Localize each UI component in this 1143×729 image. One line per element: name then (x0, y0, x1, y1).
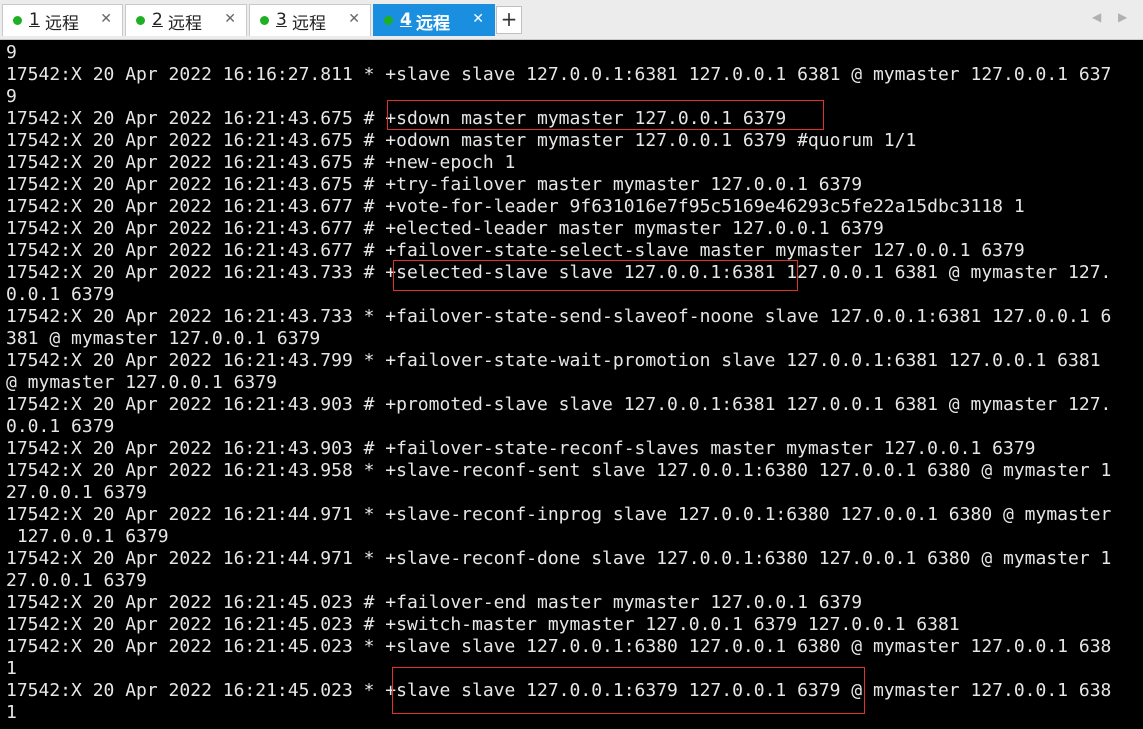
new-tab-button[interactable]: + (496, 6, 522, 34)
terminal-line: 17542:X 20 Apr 2022 16:21:43.675 # +odow… (6, 130, 917, 151)
highlight-selected-slave (393, 260, 798, 291)
connected-status-icon (136, 16, 145, 25)
terminal-line: 17542:X 20 Apr 2022 16:16:27.811 * +slav… (6, 64, 1112, 85)
close-icon[interactable]: ✕ (472, 11, 484, 27)
highlight-slave-6379 (392, 667, 865, 714)
tab-remote-3[interactable]: 3 远程 ✕ (249, 4, 371, 36)
tab-remote-1[interactable]: 1 远程 ✕ (2, 4, 123, 36)
connected-status-icon (384, 16, 393, 25)
tab-number: 3 (276, 10, 287, 30)
terminal-line: 17542:X 20 Apr 2022 16:21:43.675 # +try-… (6, 174, 863, 195)
terminal-line: 17542:X 20 Apr 2022 16:21:43.733 * +fail… (6, 306, 1112, 327)
tab-number: 4 (400, 10, 412, 30)
terminal-output[interactable]: 9 17542:X 20 Apr 2022 16:16:27.811 * +sla… (6, 42, 1133, 724)
terminal-line: 17542:X 20 Apr 2022 16:21:44.971 * +slav… (6, 548, 1112, 569)
tab-remote-2[interactable]: 2 远程 ✕ (125, 4, 247, 36)
terminal-line: 17542:X 20 Apr 2022 16:21:43.799 * +fail… (6, 350, 1101, 371)
scroll-right-icon[interactable]: ▶ (1118, 10, 1127, 24)
close-icon[interactable]: ✕ (224, 11, 236, 27)
terminal-line: 381 @ mymaster 127.0.0.1 6379 (6, 328, 321, 349)
terminal-line: 127.0.0.1 6379 (6, 526, 169, 547)
tab-label: 远程 (292, 14, 326, 34)
tab-bar: 1 远程 ✕ 2 远程 ✕ 3 远程 ✕ 4 远程 ✕ + ◀ ▶ (0, 0, 1143, 40)
scroll-left-icon[interactable]: ◀ (1092, 10, 1101, 24)
tab-label: 远程 (416, 14, 450, 34)
tab-label: 远程 (168, 14, 202, 34)
terminal-line: 17542:X 20 Apr 2022 16:21:45.023 * +slav… (6, 636, 1112, 657)
terminal-line: 27.0.0.1 6379 (6, 570, 147, 591)
terminal-line: 9 (6, 42, 17, 63)
tab-number: 1 (29, 10, 40, 30)
terminal-line: 17542:X 20 Apr 2022 16:21:45.023 # +fail… (6, 592, 863, 613)
close-icon[interactable]: ✕ (100, 11, 112, 27)
tab-remote-4[interactable]: 4 远程 ✕ (373, 4, 495, 36)
terminal-line: 27.0.0.1 6379 (6, 482, 147, 503)
terminal-line: 17542:X 20 Apr 2022 16:21:43.677 # +fail… (6, 240, 1025, 261)
terminal-line: 17542:X 20 Apr 2022 16:21:45.023 # +swit… (6, 614, 960, 635)
tab-number: 2 (152, 10, 163, 30)
terminal-line: 17542:X 20 Apr 2022 16:21:43.677 # +vote… (6, 196, 1025, 217)
vertical-scrollbar[interactable] (1133, 40, 1143, 729)
tab-label: 远程 (45, 14, 79, 34)
terminal-line: 17542:X 20 Apr 2022 16:21:43.677 # +elec… (6, 218, 884, 239)
highlight-sdown (387, 100, 824, 130)
terminal-line: 17542:X 20 Apr 2022 16:21:43.903 # +prom… (6, 394, 1112, 415)
connected-status-icon (260, 16, 269, 25)
terminal-line: @ mymaster 127.0.0.1 6379 (6, 372, 277, 393)
terminal-line: 17542:X 20 Apr 2022 16:21:44.971 * +slav… (6, 504, 1112, 525)
terminal-line: 17542:X 20 Apr 2022 16:21:43.903 # +fail… (6, 438, 1036, 459)
connected-status-icon (13, 16, 22, 25)
terminal-line: 0.0.1 6379 (6, 416, 115, 437)
terminal-line: 17542:X 20 Apr 2022 16:21:43.675 # +new-… (6, 152, 516, 173)
close-icon[interactable]: ✕ (348, 11, 360, 27)
terminal-line: 17542:X 20 Apr 2022 16:21:43.958 * +slav… (6, 460, 1112, 481)
